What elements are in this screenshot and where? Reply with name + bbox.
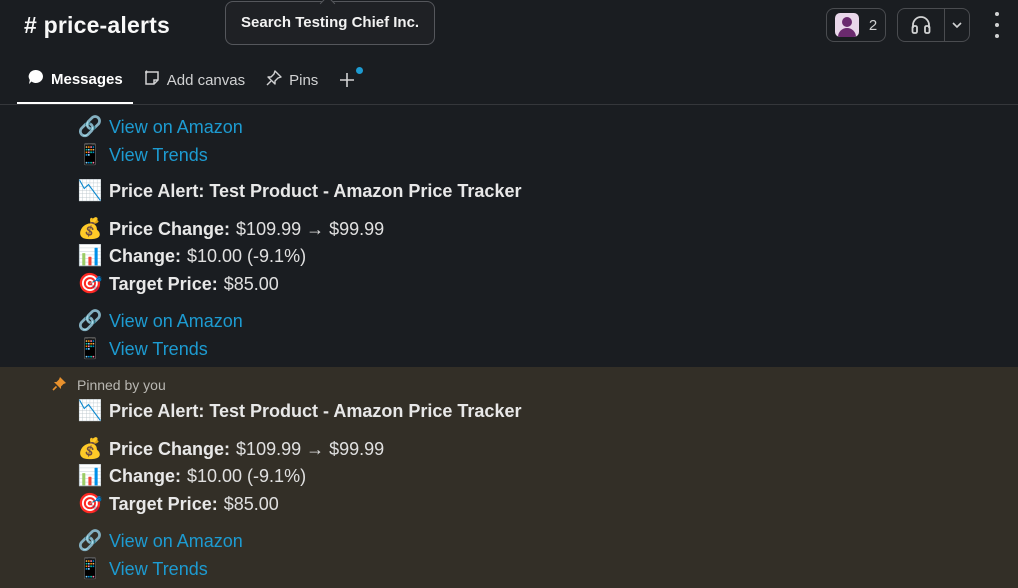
money-bag-emoji: 💰 bbox=[77, 218, 103, 240]
add-tab-button[interactable] bbox=[332, 62, 364, 98]
phone-emoji: 📱 bbox=[77, 338, 103, 360]
price-change-label: Price Change: bbox=[109, 218, 231, 239]
tooltip-text: Search Testing Chief Inc. bbox=[241, 14, 420, 31]
view-trends-line: 📱 View Trends bbox=[77, 556, 208, 582]
huddle-button[interactable] bbox=[897, 8, 970, 42]
change-value: $10.00 (-9.1%) bbox=[187, 465, 307, 486]
message-bubble-icon bbox=[27, 68, 45, 90]
view-trends-link[interactable]: View Trends bbox=[109, 559, 208, 580]
link-emoji: 🔗 bbox=[77, 310, 103, 332]
target-price-label: Target Price: bbox=[109, 273, 218, 294]
pinned-indicator: Pinned by you bbox=[52, 376, 166, 394]
search-tooltip: Search Testing Chief Inc. bbox=[225, 0, 436, 45]
headphones-icon[interactable] bbox=[898, 9, 945, 41]
view-on-amazon-link[interactable]: View on Amazon bbox=[109, 117, 243, 138]
target-price-label: Target Price: bbox=[109, 493, 218, 514]
pin-icon bbox=[265, 69, 283, 91]
price-change-value: $109.99 → $99.99 bbox=[236, 218, 385, 239]
channel-tabs: Messages Add canvas Pins bbox=[17, 62, 364, 104]
link-emoji: 🔗 bbox=[77, 116, 103, 138]
view-on-amazon-link[interactable]: View on Amazon bbox=[109, 311, 243, 332]
members-button[interactable]: 2 bbox=[826, 8, 886, 42]
change-line: 📊 Change: $10.00 (-9.1%) bbox=[77, 243, 307, 269]
view-on-amazon-link[interactable]: View on Amazon bbox=[109, 531, 243, 552]
money-bag-emoji: 💰 bbox=[77, 438, 103, 460]
member-count: 2 bbox=[868, 16, 878, 34]
view-on-amazon-line: 🔗 View on Amazon bbox=[77, 308, 243, 334]
tab-pins[interactable]: Pins bbox=[255, 62, 328, 98]
chart-down-emoji: 📉 bbox=[77, 400, 103, 422]
alert-title-line: 📉 Price Alert: Test Product - Amazon Pri… bbox=[77, 398, 522, 424]
price-change-value: $109.99 → $99.99 bbox=[236, 438, 385, 459]
target-price-line: 🎯 Target Price: $85.00 bbox=[77, 491, 279, 517]
target-price-value: $85.00 bbox=[223, 273, 279, 294]
channel-name[interactable]: # price-alerts bbox=[24, 12, 170, 39]
pinned-label: Pinned by you bbox=[77, 377, 166, 393]
bar-chart-emoji: 📊 bbox=[77, 245, 103, 267]
change-value: $10.00 (-9.1%) bbox=[187, 245, 307, 266]
tab-label: Add canvas bbox=[166, 71, 246, 89]
view-on-amazon-line: 🔗 View on Amazon bbox=[77, 114, 243, 140]
change-label: Change: bbox=[109, 465, 181, 486]
alert-title-line: 📉 Price Alert: Test Product - Amazon Pri… bbox=[77, 178, 522, 204]
change-label: Change: bbox=[109, 245, 181, 266]
phone-emoji: 📱 bbox=[77, 144, 103, 166]
tooltip-notch bbox=[319, 0, 336, 12]
canvas-icon bbox=[143, 69, 161, 91]
tab-add-canvas[interactable]: Add canvas bbox=[133, 62, 255, 98]
target-emoji: 🎯 bbox=[77, 493, 103, 515]
price-change-line: 💰 Price Change: $109.99 → $99.99 bbox=[77, 436, 385, 462]
target-price-value: $85.00 bbox=[223, 493, 279, 514]
view-trends-link[interactable]: View Trends bbox=[109, 145, 208, 166]
tab-messages[interactable]: Messages bbox=[17, 62, 133, 104]
message-list: 🔗 View on Amazon 📱 View Trends 📉 Price A… bbox=[0, 105, 1018, 588]
tab-label: Messages bbox=[51, 70, 123, 88]
alert-title: Price Alert: Test Product - Amazon Price… bbox=[109, 400, 522, 421]
avatar bbox=[834, 13, 859, 37]
notification-dot bbox=[356, 67, 364, 74]
target-emoji: 🎯 bbox=[77, 273, 103, 295]
tab-label: Pins bbox=[289, 71, 319, 89]
view-trends-line: 📱 View Trends bbox=[77, 142, 208, 168]
alert-title: Price Alert: Test Product - Amazon Price… bbox=[109, 180, 522, 201]
target-price-line: 🎯 Target Price: $85.00 bbox=[77, 271, 279, 297]
view-trends-line: 📱 View Trends bbox=[77, 336, 208, 362]
view-on-amazon-line: 🔗 View on Amazon bbox=[77, 528, 243, 554]
chevron-down-icon[interactable] bbox=[945, 9, 969, 41]
plus-icon bbox=[340, 73, 355, 87]
more-options-icon[interactable] bbox=[987, 12, 1007, 38]
phone-emoji: 📱 bbox=[77, 558, 103, 580]
price-change-label: Price Change: bbox=[109, 438, 231, 459]
change-line: 📊 Change: $10.00 (-9.1%) bbox=[77, 463, 307, 489]
pushpin-icon bbox=[52, 376, 67, 394]
bar-chart-emoji: 📊 bbox=[77, 465, 103, 487]
view-trends-link[interactable]: View Trends bbox=[109, 339, 208, 360]
chart-down-emoji: 📉 bbox=[77, 180, 103, 202]
channel-header: # price-alerts Search Testing Chief Inc.… bbox=[0, 0, 1018, 105]
price-change-line: 💰 Price Change: $109.99 → $99.99 bbox=[77, 216, 385, 242]
link-emoji: 🔗 bbox=[77, 530, 103, 552]
